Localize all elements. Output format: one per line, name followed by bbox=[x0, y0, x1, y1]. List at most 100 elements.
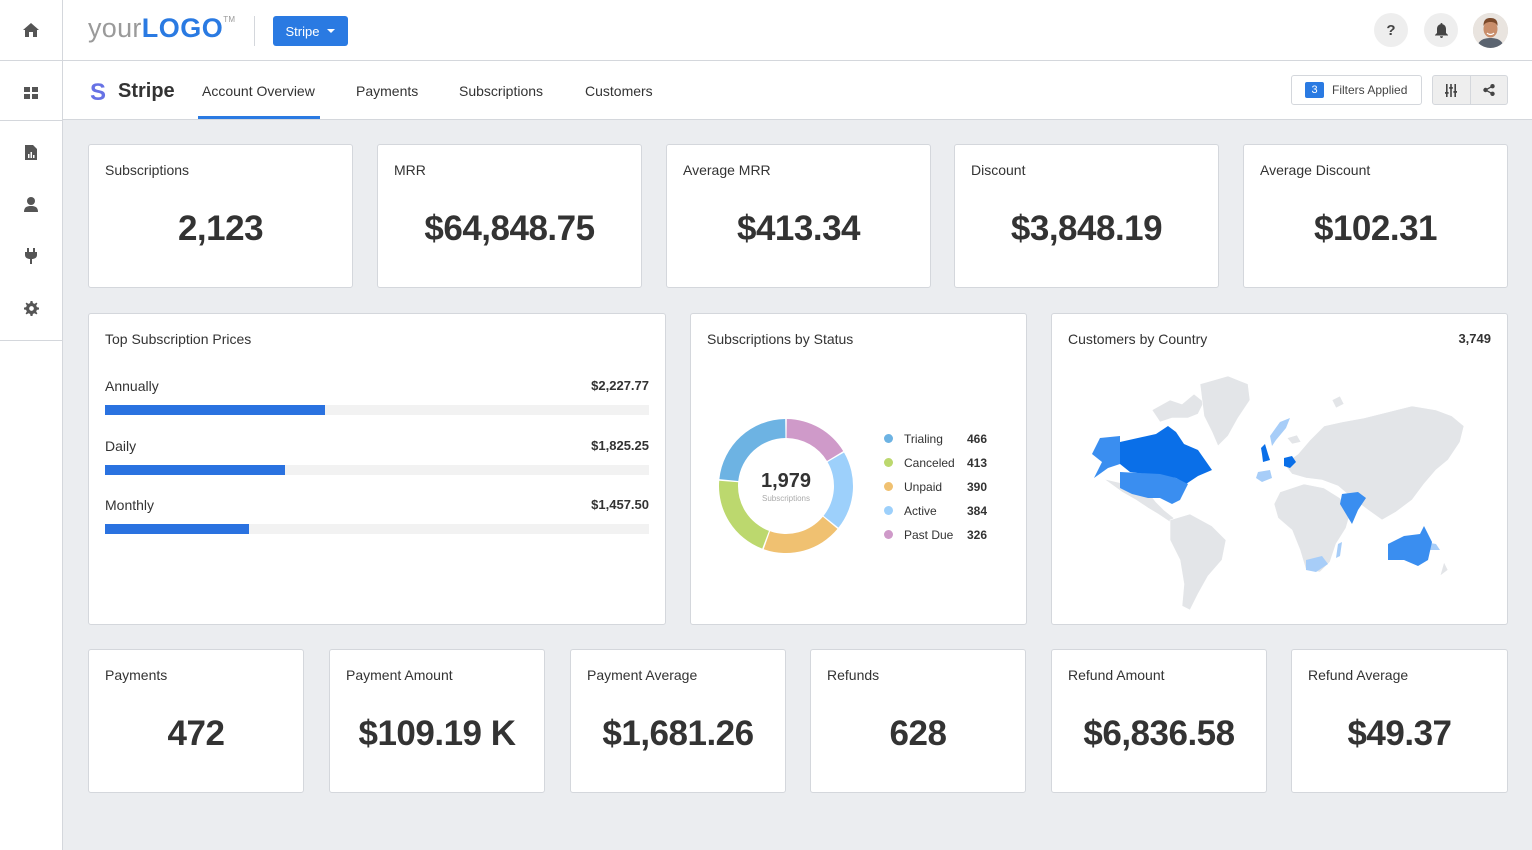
customize-button[interactable] bbox=[1433, 76, 1471, 104]
legend-value: 466 bbox=[967, 432, 988, 446]
stripe-logo-icon: S bbox=[90, 79, 107, 106]
kpi-value: 2,123 bbox=[177, 209, 264, 248]
legend-swatch bbox=[884, 434, 893, 443]
kpi-title: Discount bbox=[971, 162, 1026, 178]
map-country-alaska-usa bbox=[1092, 436, 1120, 478]
kpi-title: Average MRR bbox=[683, 162, 771, 178]
share-button[interactable] bbox=[1471, 76, 1508, 104]
rail-item-settings[interactable] bbox=[0, 290, 62, 326]
rail-item-users[interactable] bbox=[0, 186, 62, 222]
kpi-value: $413.34 bbox=[736, 209, 861, 248]
kpi-card-discount: Discount $3,848.19 bbox=[954, 144, 1219, 288]
filters-count-badge: 3 bbox=[1305, 82, 1324, 98]
map-country-norway bbox=[1270, 418, 1290, 446]
gear-icon bbox=[23, 300, 39, 316]
rail-item-reports[interactable] bbox=[0, 134, 62, 170]
price-bar-row: Monthly $1,457.50 bbox=[105, 497, 649, 537]
client-select-label: Stripe bbox=[285, 23, 320, 39]
map-land-greenland bbox=[1199, 375, 1251, 447]
kpi-title: MRR bbox=[394, 162, 426, 178]
left-rail bbox=[0, 0, 63, 850]
legend-item-active[interactable]: Active 384 bbox=[884, 504, 1004, 528]
kpi-card-refund-amount: Refund Amount $6,836.58 bbox=[1051, 649, 1267, 793]
home-icon bbox=[23, 23, 39, 37]
tab-customers[interactable]: Customers bbox=[585, 83, 653, 99]
legend-value: 390 bbox=[967, 480, 988, 494]
legend-label: Active bbox=[904, 504, 937, 518]
legend-value: 413 bbox=[967, 456, 988, 470]
header-divider bbox=[254, 16, 255, 46]
rail-item-home[interactable] bbox=[0, 12, 62, 48]
kpi-value: $64,848.75 bbox=[424, 209, 595, 248]
bar-label: Monthly bbox=[105, 497, 155, 513]
tab-account-overview[interactable]: Account Overview bbox=[202, 83, 315, 99]
notifications-button[interactable] bbox=[1424, 13, 1458, 47]
legend-item-canceled[interactable]: Canceled 413 bbox=[884, 456, 1004, 480]
donut-slice-past-due[interactable] bbox=[786, 419, 844, 462]
kpi-card-subscriptions: Subscriptions 2,123 bbox=[88, 144, 353, 288]
kpi-card-refund-average: Refund Average $49.37 bbox=[1291, 649, 1508, 793]
legend-swatch bbox=[884, 482, 893, 491]
bar-track bbox=[105, 405, 649, 415]
legend-item-unpaid[interactable]: Unpaid 390 bbox=[884, 480, 1004, 504]
legend-item-past-due[interactable]: Past Due 326 bbox=[884, 528, 1004, 552]
kpi-title: Average Discount bbox=[1260, 162, 1371, 178]
kpi-card-average-discount: Average Discount $102.31 bbox=[1243, 144, 1508, 288]
caret-down-icon bbox=[327, 29, 336, 33]
kpi-card-payment-amount: Payment Amount $109.19 K bbox=[329, 649, 545, 793]
customers-by-country-card: Customers by Country 3,749 bbox=[1051, 313, 1508, 625]
plug-icon bbox=[25, 248, 37, 264]
kpi-card-payment-average: Payment Average $1,681.26 bbox=[570, 649, 786, 793]
client-select-button[interactable]: Stripe bbox=[273, 16, 348, 46]
kpi-title: Payment Average bbox=[587, 667, 698, 683]
tab-subscriptions[interactable]: Subscriptions bbox=[459, 83, 543, 99]
integration-subnav: S Stripe Account Overview Payments Subsc… bbox=[63, 61, 1532, 120]
tab-payments[interactable]: Payments bbox=[356, 83, 418, 99]
bar-label: Annually bbox=[105, 378, 159, 394]
logo-your: your bbox=[88, 13, 142, 43]
world-map bbox=[1092, 375, 1465, 611]
rail-item-integrations[interactable] bbox=[0, 238, 62, 274]
kpi-value: $1,681.26 bbox=[602, 714, 754, 753]
map-land-arctic-canada bbox=[1151, 393, 1205, 423]
map-land-new-zealand bbox=[1439, 561, 1449, 577]
kpi-card-refunds: Refunds 628 bbox=[810, 649, 1026, 793]
filters-applied-button[interactable]: 3 Filters Applied bbox=[1291, 75, 1422, 105]
donut-total: 1,979 bbox=[760, 470, 812, 492]
bar-fill bbox=[105, 524, 250, 534]
avatar-photo bbox=[1473, 13, 1508, 48]
help-icon: ? bbox=[1386, 21, 1396, 39]
kpi-title: Payment Amount bbox=[346, 667, 453, 683]
kpi-value: $49.37 bbox=[1347, 714, 1452, 753]
bar-label: Daily bbox=[105, 438, 137, 454]
donut-slice-unpaid[interactable] bbox=[763, 516, 838, 553]
user-avatar[interactable] bbox=[1473, 13, 1508, 48]
bar-value: $1,457.50 bbox=[591, 497, 649, 512]
top-subscription-prices-card: Top Subscription Prices Annually $2,227.… bbox=[88, 313, 666, 625]
price-bar-row: Daily $1,825.25 bbox=[105, 438, 649, 478]
kpi-title: Refunds bbox=[827, 667, 880, 683]
kpi-card-mrr: MRR $64,848.75 bbox=[377, 144, 642, 288]
rail-item-dashboards[interactable] bbox=[0, 75, 62, 111]
donut-total-label: Subscriptions bbox=[761, 494, 811, 503]
help-button[interactable]: ? bbox=[1374, 13, 1408, 47]
logo-trademark: TM bbox=[223, 15, 236, 24]
map-country-madagascar bbox=[1336, 542, 1342, 558]
kpi-card-average-mrr: Average MRR $413.34 bbox=[666, 144, 931, 288]
legend-label: Past Due bbox=[904, 528, 954, 542]
top-header: yourLOGOTM Stripe ? bbox=[63, 0, 1532, 61]
filters-label: Filters Applied bbox=[1332, 83, 1408, 97]
map-land-svalbard bbox=[1331, 395, 1345, 409]
bar-value: $1,825.25 bbox=[591, 438, 649, 453]
bar-track bbox=[105, 465, 649, 475]
legend-label: Unpaid bbox=[904, 480, 943, 494]
card-title: Top Subscription Prices bbox=[105, 331, 252, 347]
kpi-title: Subscriptions bbox=[105, 162, 190, 178]
legend-label: Canceled bbox=[904, 456, 955, 470]
legend-item-trialing[interactable]: Trialing 466 bbox=[884, 432, 1004, 456]
agency-logo[interactable]: yourLOGOTM bbox=[88, 13, 235, 44]
subscriptions-by-status-card: Subscriptions by Status 1,979 Subscripti… bbox=[690, 313, 1027, 625]
status-legend: Trialing 466 Canceled 413 Unpaid 390 Active 384… bbox=[884, 432, 1004, 552]
sliders-icon bbox=[1445, 83, 1458, 97]
dashboard-actions bbox=[1432, 75, 1508, 105]
